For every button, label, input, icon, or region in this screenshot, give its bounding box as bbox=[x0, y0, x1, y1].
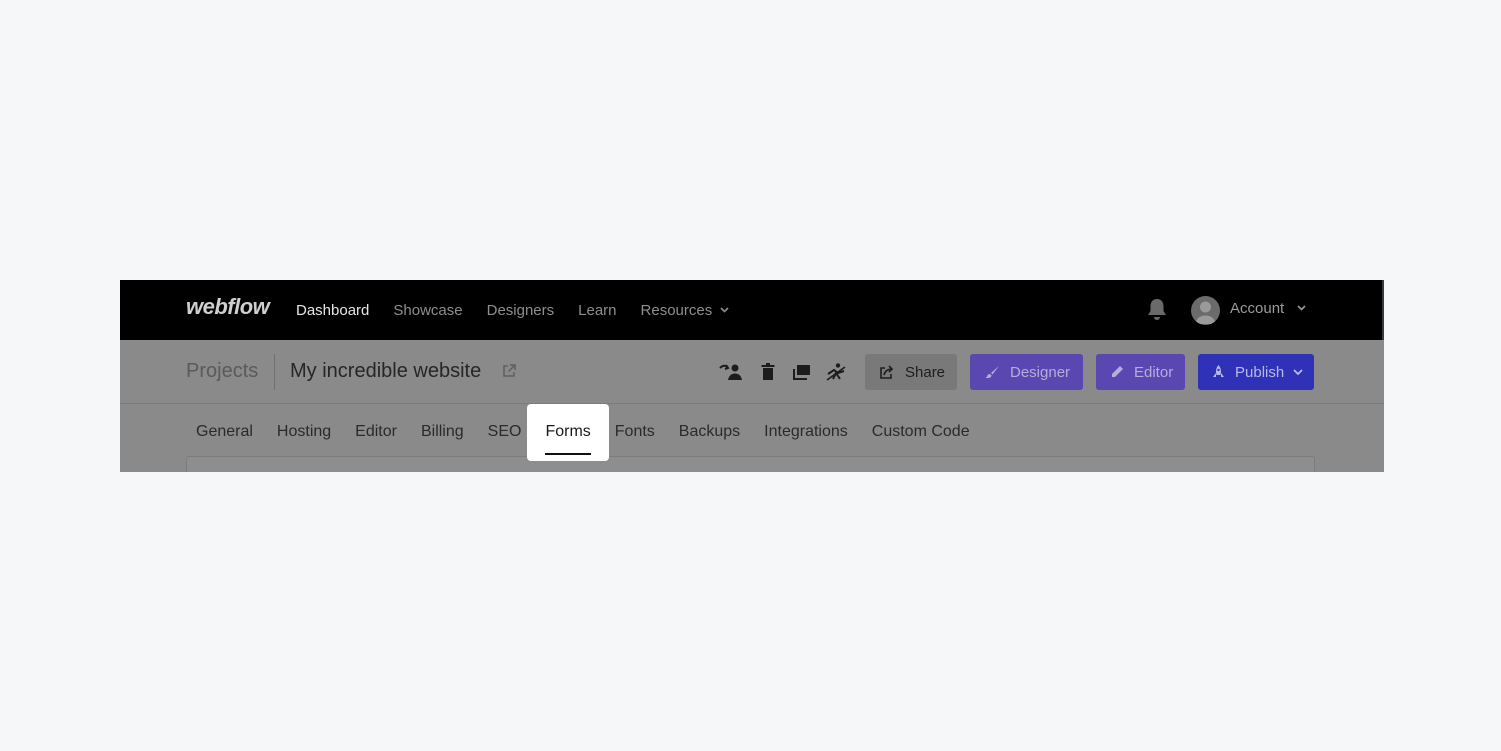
designer-button[interactable]: Designer bbox=[970, 354, 1083, 390]
breadcrumb-divider bbox=[274, 354, 275, 390]
designer-label: Designer bbox=[1010, 363, 1071, 381]
tab-general[interactable]: General bbox=[184, 423, 265, 441]
settings-panel bbox=[186, 456, 1315, 472]
tab-fonts[interactable]: Fonts bbox=[603, 423, 667, 441]
nav-resources-label: Resources bbox=[640, 301, 713, 319]
trash-icon[interactable] bbox=[760, 362, 776, 382]
share-button[interactable]: Share bbox=[865, 354, 957, 390]
settings-tabs: General Hosting Editor Billing SEO Forms… bbox=[184, 403, 982, 461]
project-bar: Projects My incredible website Share Des… bbox=[120, 340, 1384, 404]
webflow-logo[interactable]: webflow bbox=[186, 294, 270, 320]
breadcrumb-projects[interactable]: Projects bbox=[186, 360, 258, 383]
publish-label: Publish bbox=[1235, 363, 1285, 381]
editor-button[interactable]: Editor bbox=[1096, 354, 1185, 390]
nav-links: Dashboard Showcase Designers Learn Resou… bbox=[296, 280, 753, 340]
tab-backups[interactable]: Backups bbox=[667, 423, 752, 441]
tab-forms[interactable]: Forms bbox=[527, 403, 609, 461]
editor-label: Editor bbox=[1134, 363, 1174, 381]
dashboard-frame: webflow Dashboard Showcase Designers Lea… bbox=[120, 280, 1384, 472]
nav-dashboard[interactable]: Dashboard bbox=[296, 302, 369, 319]
tab-integrations[interactable]: Integrations bbox=[752, 423, 860, 441]
publish-button[interactable]: Publish bbox=[1198, 354, 1314, 390]
nav-resources[interactable]: Resources bbox=[641, 302, 730, 319]
account-label: Account bbox=[1230, 300, 1285, 317]
tab-billing[interactable]: Billing bbox=[409, 423, 476, 441]
avatar[interactable] bbox=[1191, 296, 1220, 325]
tab-custom-code[interactable]: Custom Code bbox=[860, 423, 982, 441]
account-menu[interactable]: Account bbox=[1230, 300, 1306, 317]
nav-showcase[interactable]: Showcase bbox=[393, 302, 462, 319]
page-title: My incredible website bbox=[290, 360, 482, 382]
bell-icon[interactable] bbox=[1146, 297, 1168, 321]
external-link-icon[interactable] bbox=[501, 363, 517, 379]
tab-hosting[interactable]: Hosting bbox=[265, 423, 343, 441]
chevron-down-icon bbox=[1297, 305, 1306, 311]
settings-tabs-bar: General Hosting Editor Billing SEO Forms… bbox=[120, 403, 1384, 472]
archive-icon[interactable] bbox=[825, 362, 847, 382]
transfer-user-icon[interactable] bbox=[718, 362, 744, 382]
duplicate-icon[interactable] bbox=[792, 362, 812, 382]
brush-icon bbox=[985, 366, 999, 379]
nav-designers[interactable]: Designers bbox=[487, 302, 555, 319]
tab-editor[interactable]: Editor bbox=[343, 423, 409, 441]
tab-seo[interactable]: SEO bbox=[476, 423, 534, 441]
nav-learn[interactable]: Learn bbox=[578, 302, 616, 319]
top-nav: webflow Dashboard Showcase Designers Lea… bbox=[120, 280, 1384, 340]
pencil-icon bbox=[1112, 366, 1123, 377]
share-label: Share bbox=[905, 363, 946, 381]
chevron-down-icon bbox=[720, 306, 729, 313]
user-avatar-icon bbox=[1195, 301, 1216, 324]
chevron-down-icon[interactable] bbox=[1293, 369, 1303, 375]
share-icon bbox=[880, 364, 894, 379]
rocket-icon bbox=[1213, 365, 1224, 377]
